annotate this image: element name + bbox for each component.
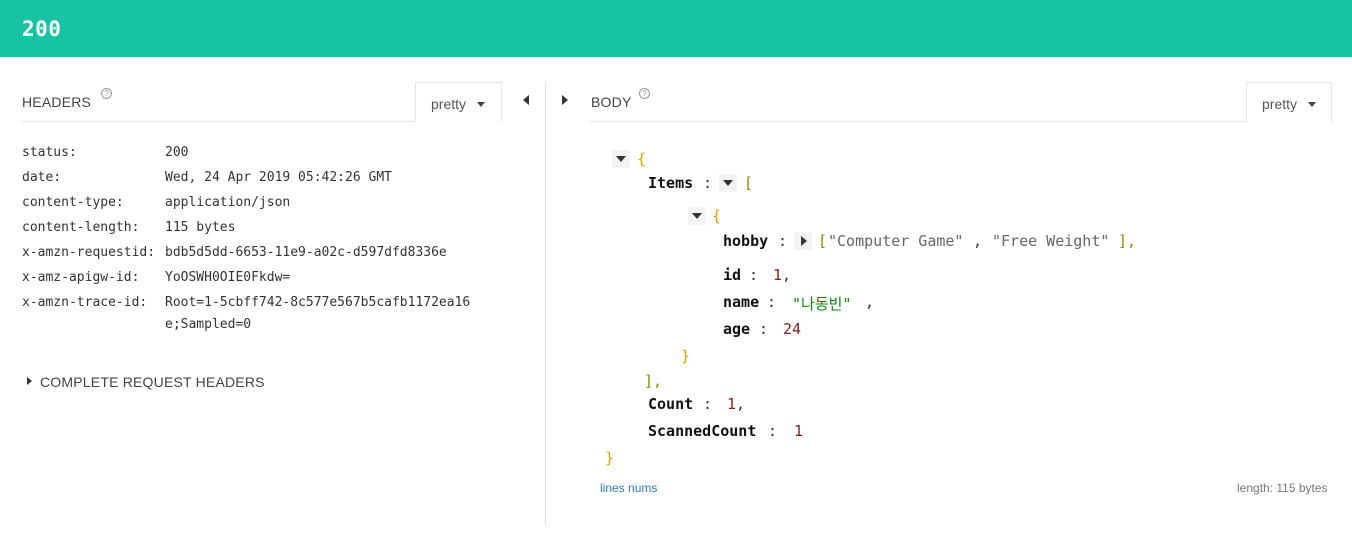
json-toggle[interactable]: [719, 174, 737, 192]
json-comma: ,: [973, 232, 983, 250]
json-key-id: id: [723, 266, 742, 284]
status-code: 200: [22, 17, 62, 41]
status-bar: 200: [0, 0, 1352, 57]
json-colon: :: [767, 293, 777, 311]
header-key: content-type:: [22, 195, 124, 210]
json-hobby-close: ],: [1118, 232, 1137, 250]
caret-right-icon: [801, 236, 807, 246]
json-colon: :: [749, 266, 759, 284]
json-root-close: }: [605, 449, 615, 467]
json-colon: :: [703, 174, 713, 192]
json-key-age: age: [723, 320, 751, 338]
json-hobby-value: "Free Weight": [992, 232, 1110, 250]
panel-divider[interactable]: [545, 82, 546, 525]
chevron-down-icon: [1308, 102, 1316, 107]
json-value-count: 1: [727, 395, 737, 413]
chevron-down-icon: [477, 102, 485, 107]
headers-help-icon[interactable]: ?: [101, 88, 112, 99]
body-format-label: pretty: [1262, 96, 1298, 112]
header-value: YoOSWH0OIE0Fkdw=: [165, 270, 291, 285]
header-value: application/json: [165, 195, 291, 210]
json-toggle[interactable]: [688, 207, 706, 225]
json-hobby-value: "Computer Game": [828, 232, 964, 250]
headers-format-label: pretty: [431, 96, 467, 112]
json-item-open: {: [712, 207, 722, 225]
json-item-close: }: [681, 347, 691, 365]
expand-right-icon[interactable]: [562, 95, 568, 105]
header-value: 115 bytes: [165, 220, 236, 235]
header-value: Wed, 24 Apr 2019 05:42:26 GMT: [165, 170, 392, 185]
header-value: 200: [165, 145, 189, 160]
header-value-continued: e;Sampled=0: [165, 317, 252, 332]
body-format-dropdown[interactable]: pretty: [1246, 82, 1332, 122]
header-key: x-amzn-requestid:: [22, 245, 156, 260]
json-value-id: 1: [773, 266, 783, 284]
json-comma: ,: [736, 395, 746, 413]
header-key: date:: [22, 170, 62, 185]
json-items-close: ],: [644, 372, 663, 390]
headers-title: HEADERS: [22, 94, 92, 110]
json-key-scannedcount: ScannedCount: [648, 422, 757, 440]
caret-down-icon: [692, 213, 702, 219]
json-value-scannedcount: 1: [794, 422, 804, 440]
json-hobby-open: [: [818, 232, 828, 250]
json-comma: ,: [782, 266, 792, 284]
header-key: content-length:: [22, 220, 140, 235]
caret-down-icon: [616, 156, 626, 162]
complete-request-headers-toggle[interactable]: COMPLETE REQUEST HEADERS: [40, 374, 265, 390]
header-value: bdb5d5dd-6653-11e9-a02c-d597dfd8336e: [165, 245, 447, 260]
caret-down-icon: [723, 180, 733, 186]
json-items-open: [: [744, 174, 754, 192]
header-value: Root=1-5cbff742-8c577e567b5cafb1172ea16: [165, 295, 471, 310]
header-key: x-amz-apigw-id:: [22, 270, 140, 285]
json-key-items: Items: [648, 174, 694, 192]
json-key-name: name: [723, 293, 760, 311]
json-toggle[interactable]: [612, 150, 630, 168]
lines-nums-link[interactable]: lines nums: [600, 481, 657, 495]
json-toggle[interactable]: [794, 232, 812, 250]
json-value-name: "나동빈": [792, 295, 852, 313]
json-colon: :: [703, 395, 713, 413]
body-title: BODY: [591, 94, 632, 110]
body-rule: [590, 121, 1332, 122]
json-key-count: Count: [648, 395, 694, 413]
expand-right-icon[interactable]: [27, 377, 32, 385]
json-colon: :: [778, 232, 788, 250]
json-value-age: 24: [783, 320, 802, 338]
collapse-left-icon[interactable]: [523, 95, 529, 105]
body-length: length: 115 bytes: [1237, 481, 1328, 495]
headers-format-dropdown[interactable]: pretty: [415, 82, 502, 122]
body-help-icon[interactable]: ?: [639, 88, 650, 99]
json-colon: :: [759, 320, 769, 338]
json-comma: ,: [865, 293, 875, 311]
header-key: x-amzn-trace-id:: [22, 295, 148, 310]
json-colon: :: [768, 422, 778, 440]
header-key: status:: [22, 145, 77, 160]
json-root-open: {: [637, 150, 647, 168]
json-key-hobby: hobby: [723, 232, 769, 250]
